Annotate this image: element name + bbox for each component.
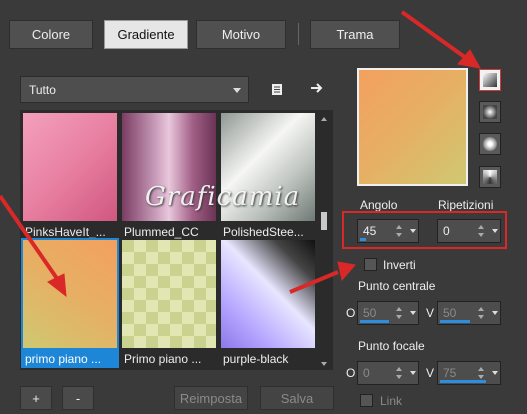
annotation-arrow <box>0 194 60 282</box>
annotation-arrow <box>289 270 339 294</box>
annotation-arrows <box>0 10 481 298</box>
annotation-arrowhead <box>337 261 356 282</box>
annotation-arrow <box>400 10 468 60</box>
annotation-arrowhead <box>47 273 67 298</box>
